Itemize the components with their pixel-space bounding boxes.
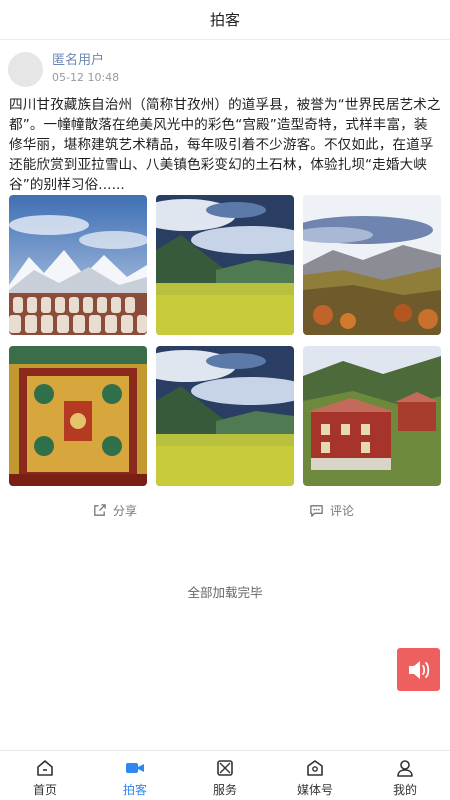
- tab-home[interactable]: 首页: [0, 751, 90, 800]
- comment-button[interactable]: 评论: [309, 502, 354, 519]
- service-icon: [217, 760, 233, 776]
- tibetan-wall-painting-photo[interactable]: [9, 346, 147, 486]
- speaker-icon: [408, 660, 429, 679]
- tab-paike[interactable]: 拍客: [90, 751, 180, 800]
- share-button[interactable]: 分享: [92, 502, 137, 519]
- autumn-valley-photo[interactable]: [303, 195, 441, 335]
- tab-service-label: 服务: [212, 783, 237, 797]
- snow-mountain-stupas-photo[interactable]: [9, 195, 147, 335]
- grassland-valley-photo[interactable]: [156, 346, 294, 486]
- top-bar: 拍客: [0, 0, 450, 40]
- tab-media[interactable]: 媒体号: [270, 751, 360, 800]
- media-icon: [307, 760, 323, 776]
- username[interactable]: 匿名用户: [52, 52, 119, 69]
- avatar[interactable]: [8, 52, 43, 87]
- red-tibetan-houses-photo[interactable]: [303, 346, 441, 486]
- post-timestamp: 05-12 10:48: [52, 71, 120, 84]
- tab-home-label: 首页: [32, 783, 57, 797]
- home-icon: [37, 760, 53, 776]
- video-camera-icon: [126, 763, 144, 773]
- comment-icon: [310, 505, 323, 517]
- page-title: 拍客: [209, 11, 240, 29]
- grassland-valley-photo[interactable]: [156, 195, 294, 335]
- bottom-tab-bar: 首页 拍客 服务 媒体号 我的: [0, 750, 450, 800]
- voice-broadcast-button[interactable]: [397, 648, 440, 691]
- tab-service[interactable]: 服务: [180, 751, 270, 800]
- post-actions: 分享 评论: [0, 502, 450, 526]
- photo-gallery: [9, 195, 441, 486]
- share-label: 分享: [113, 504, 138, 518]
- tab-paike-label: 拍客: [122, 783, 147, 797]
- tab-mine[interactable]: 我的: [360, 751, 450, 800]
- user-icon: [397, 760, 413, 777]
- post-text[interactable]: 四川甘孜藏族自治州（简称甘孜州）的道孚县，被誉为“世界民居艺术之都”。一幢幢散落…: [9, 95, 441, 195]
- post-author: 匿名用户 05-12 10:48: [8, 52, 119, 87]
- tab-mine-label: 我的: [392, 783, 417, 797]
- tab-media-label: 媒体号: [296, 783, 333, 797]
- load-status: 全部加载完毕: [187, 585, 263, 600]
- comment-label: 评论: [330, 504, 355, 518]
- share-icon: [94, 504, 106, 516]
